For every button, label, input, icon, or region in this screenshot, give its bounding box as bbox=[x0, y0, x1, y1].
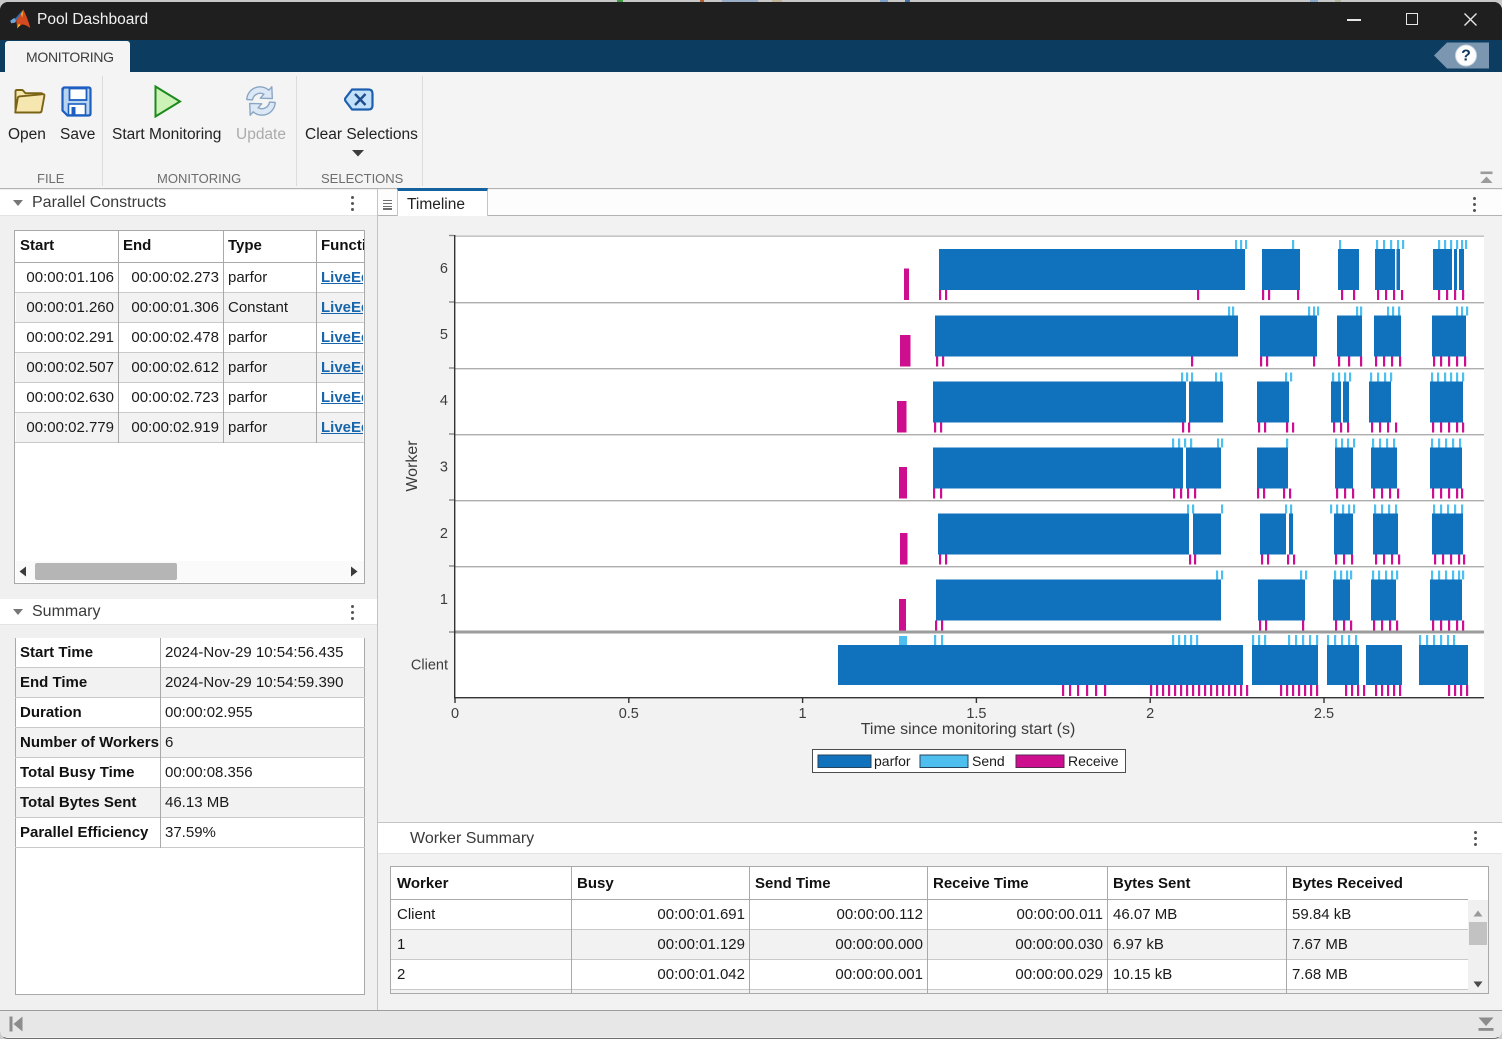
svg-text:0.5: 0.5 bbox=[619, 706, 639, 722]
svg-text:3: 3 bbox=[440, 460, 448, 476]
svg-text:2: 2 bbox=[440, 526, 448, 542]
svg-text:1: 1 bbox=[799, 706, 807, 722]
svg-text:1: 1 bbox=[440, 592, 448, 608]
svg-text:Client: Client bbox=[411, 658, 448, 674]
svg-text:?: ? bbox=[1461, 48, 1471, 65]
svg-text:0: 0 bbox=[451, 706, 459, 722]
svg-text:1.5: 1.5 bbox=[966, 706, 986, 722]
svg-text:5: 5 bbox=[440, 327, 448, 343]
svg-text:Time since monitoring start (s: Time since monitoring start (s) bbox=[861, 721, 1076, 738]
svg-text:6: 6 bbox=[440, 261, 448, 277]
svg-text:2: 2 bbox=[1146, 706, 1154, 722]
svg-text:Send: Send bbox=[972, 753, 1005, 769]
svg-text:4: 4 bbox=[440, 393, 448, 409]
svg-text:2.5: 2.5 bbox=[1314, 706, 1334, 722]
svg-text:parfor: parfor bbox=[874, 753, 911, 769]
svg-text:Receive: Receive bbox=[1068, 753, 1119, 769]
svg-text:Worker: Worker bbox=[404, 440, 421, 492]
